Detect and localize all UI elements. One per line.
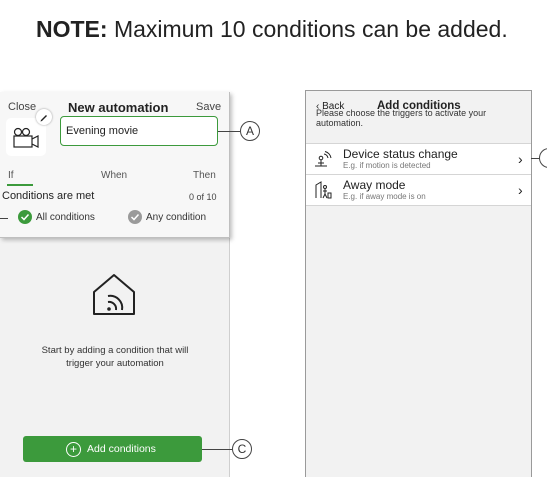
item-title: Away mode [343,178,406,192]
instruction-text: Please choose the triggers to activate y… [316,108,487,128]
tab-if[interactable]: If [8,170,14,181]
save-button[interactable]: Save [196,101,221,113]
item-title: Device status change [343,147,458,161]
note-text: NOTE: Maximum 10 conditions can be added… [36,16,508,43]
callout-c-line [202,449,232,450]
automation-name-value: Evening movie [66,125,139,137]
empty-state-message: Start by adding a condition that will tr… [20,344,210,370]
away-person-icon [314,181,332,199]
active-tab-indicator [7,184,33,186]
note-label: NOTE: [36,16,108,42]
automation-name-field[interactable]: Evening movie [60,116,218,146]
add-conditions-screen: ‹ Back Add conditions Please choose the … [305,90,532,477]
empty-state-line-1: Start by adding a condition that will [41,345,189,356]
empty-state-line-2: trigger your automation [66,358,164,369]
tab-when[interactable]: When [101,170,127,181]
note-body: Maximum 10 conditions can be added. [107,16,508,42]
check-circle-icon [18,210,32,224]
callout-a: A [240,121,260,141]
any-condition-label: Any condition [146,212,207,223]
close-button[interactable]: Close [8,101,36,113]
edit-pencil-icon[interactable] [36,109,52,125]
callout-a-line [218,131,240,132]
conditions-label: Conditions are met [2,190,95,202]
add-conditions-label: Add conditions [87,443,156,455]
add-conditions-button[interactable]: + Add conditions [23,436,202,462]
callout-d [539,148,547,168]
callout-b-line [0,218,8,219]
screen-title: New automation [68,100,169,115]
automation-header-card: Close New automation Save Evening movie … [0,92,230,238]
motion-sensor-icon [314,150,332,168]
item-subtitle: E.g. if motion is detected [343,161,431,170]
item-subtitle: E.g. if away mode is on [343,192,426,201]
chevron-right-icon: › [518,151,523,167]
tab-then[interactable]: Then [193,170,216,181]
callout-c: C [232,439,252,459]
check-circle-icon [128,210,142,224]
all-conditions-label: All conditions [36,212,95,223]
smart-home-icon [91,272,137,321]
condition-item-away-mode[interactable]: Away mode E.g. if away mode is on › [306,174,531,206]
condition-item-device-status[interactable]: Device status change E.g. if motion is d… [306,143,531,174]
conditions-count: 0 of 10 [189,192,217,202]
chevron-right-icon: › [518,182,523,198]
plus-circle-icon: + [66,442,81,457]
